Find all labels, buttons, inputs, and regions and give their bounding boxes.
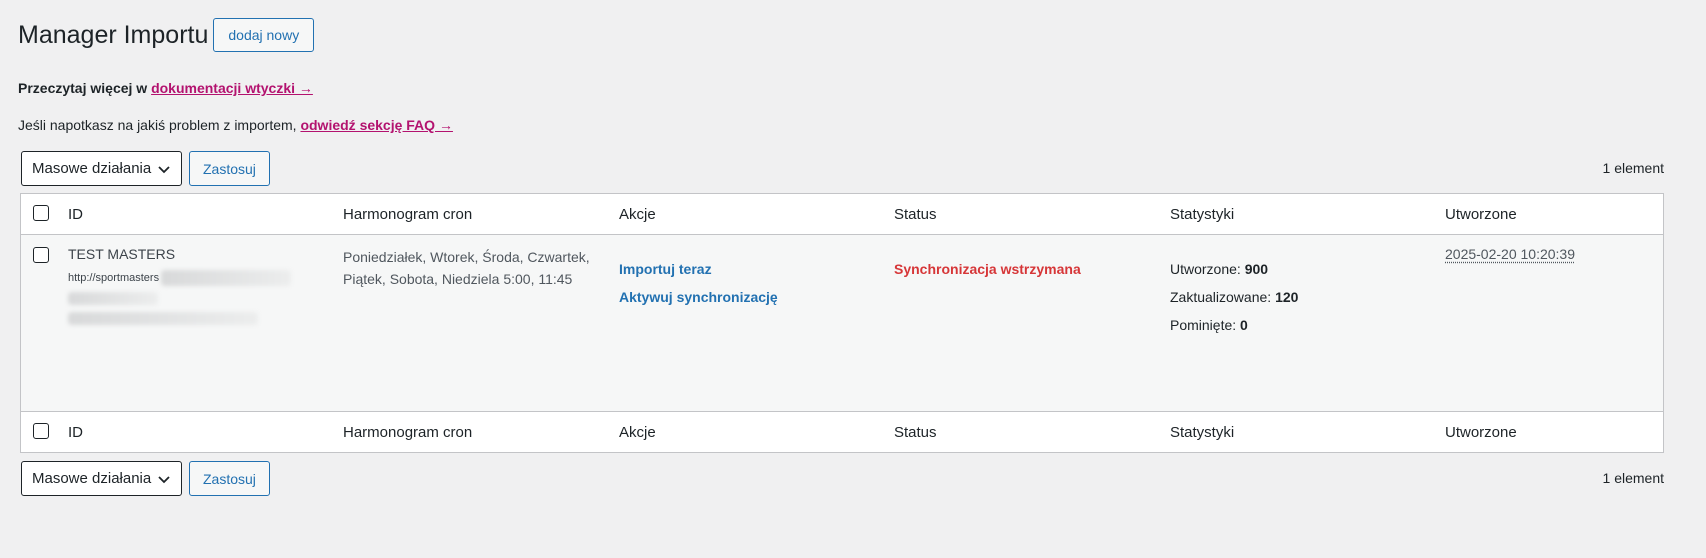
column-header-stats: Statystyki bbox=[1170, 206, 1235, 223]
title-row: Manager Importu dodaj nowy bbox=[18, 18, 315, 52]
column-footer-id[interactable]: ID bbox=[68, 424, 83, 441]
row-checkbox[interactable] bbox=[33, 247, 49, 263]
imports-table: ID Harmonogram cron Akcje Status Statyst… bbox=[20, 193, 1664, 453]
stat-updated-label: Zaktualizowane: bbox=[1170, 289, 1276, 305]
bulk-actions-select-value: Masowe działania bbox=[32, 470, 152, 487]
column-header-cron: Harmonogram cron bbox=[343, 206, 473, 223]
bulk-actions-top: Masowe działania Zastosuj bbox=[21, 151, 270, 186]
redacted-text bbox=[68, 312, 258, 325]
import-now-link[interactable]: Importuj teraz bbox=[619, 261, 712, 277]
bulk-actions-bottom: Masowe działania Zastosuj bbox=[21, 461, 270, 496]
column-header-status: Status bbox=[894, 206, 937, 223]
status-badge: Synchronizacja wstrzymana bbox=[894, 261, 1081, 277]
column-footer-status: Status bbox=[894, 424, 937, 441]
chevron-down-icon bbox=[158, 165, 170, 173]
docs-notice: Przeczytaj więcej w dokumentacji wtyczki… bbox=[18, 80, 313, 96]
docs-notice-text: Przeczytaj więcej w bbox=[18, 80, 152, 96]
import-url: http://sportmasters bbox=[68, 272, 160, 284]
page-title: Manager Importu bbox=[18, 20, 209, 49]
stat-created-value: 900 bbox=[1244, 261, 1269, 277]
stat-skipped: Pominięte: 0 bbox=[1170, 317, 1248, 333]
table-row: TEST MASTERS http://sportmasters Poniedz… bbox=[21, 235, 1663, 412]
bulk-actions-select[interactable]: Masowe działania bbox=[21, 151, 182, 186]
chevron-down-icon bbox=[158, 475, 170, 483]
stat-skipped-label: Pominięte: bbox=[1170, 317, 1241, 333]
import-manager-page: Manager Importu dodaj nowy Przeczytaj wi… bbox=[0, 0, 1706, 558]
table-footer: ID Harmonogram cron Akcje Status Statyst… bbox=[21, 411, 1663, 452]
stat-created: Utworzone: 900 bbox=[1170, 261, 1268, 277]
apply-button-bottom[interactable]: Zastosuj bbox=[189, 461, 270, 496]
bulk-actions-select-value: Masowe działania bbox=[32, 160, 152, 177]
column-header-created[interactable]: Utworzone bbox=[1445, 206, 1517, 223]
cron-schedule: Poniedziałek, Wtorek, Środa, Czwartek, P… bbox=[343, 249, 590, 287]
faq-notice: Jeśli napotkasz na jakiś problem z impor… bbox=[18, 117, 453, 133]
items-count-bottom: 1 element bbox=[1602, 470, 1664, 486]
select-all-checkbox-footer[interactable] bbox=[33, 423, 49, 439]
stat-skipped-value: 0 bbox=[1240, 317, 1248, 333]
column-footer-stats: Statystyki bbox=[1170, 424, 1235, 441]
select-all-checkbox[interactable] bbox=[33, 205, 49, 221]
stat-created-label: Utworzone: bbox=[1170, 261, 1245, 277]
redacted-text bbox=[161, 270, 291, 286]
column-footer-actions: Akcje bbox=[619, 424, 656, 441]
docs-link[interactable]: dokumentacji wtyczki → bbox=[151, 80, 313, 96]
created-date: 2025-02-20 10:20:39 bbox=[1445, 246, 1575, 262]
faq-link[interactable]: odwiedź sekcję FAQ → bbox=[300, 117, 453, 133]
import-name[interactable]: TEST MASTERS bbox=[68, 246, 175, 262]
items-count: 1 element bbox=[1602, 160, 1664, 176]
apply-button[interactable]: Zastosuj bbox=[189, 151, 270, 186]
table-header: ID Harmonogram cron Akcje Status Statyst… bbox=[21, 194, 1663, 235]
bulk-actions-select-bottom[interactable]: Masowe działania bbox=[21, 461, 182, 496]
redacted-text bbox=[68, 292, 158, 305]
stat-updated: Zaktualizowane: 120 bbox=[1170, 289, 1298, 305]
column-header-id[interactable]: ID bbox=[68, 206, 83, 223]
column-footer-created[interactable]: Utworzone bbox=[1445, 424, 1517, 441]
column-footer-cron: Harmonogram cron bbox=[343, 424, 473, 441]
column-header-actions: Akcje bbox=[619, 206, 656, 223]
add-new-button[interactable]: dodaj nowy bbox=[213, 18, 315, 52]
activate-sync-link[interactable]: Aktywuj synchronizację bbox=[619, 289, 778, 305]
faq-notice-text: Jeśli napotkasz na jakiś problem z impor… bbox=[18, 117, 301, 133]
stat-updated-value: 120 bbox=[1275, 289, 1299, 305]
